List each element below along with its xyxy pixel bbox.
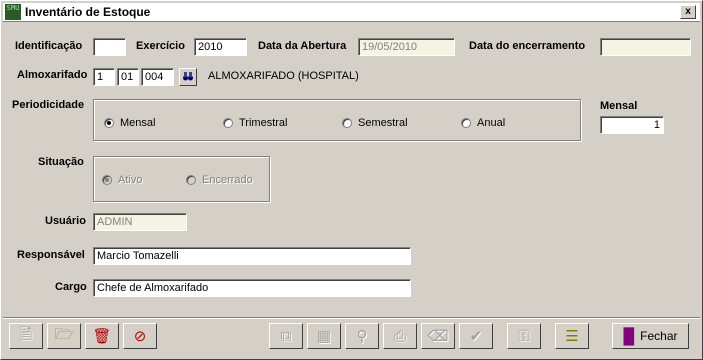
mensal-field[interactable]: 1 — [600, 116, 664, 134]
almoxarifado-name: ALMOXARIFADO (HOSPITAL) — [208, 70, 359, 82]
radio-icon — [342, 118, 352, 128]
app-icon: SMU — [5, 4, 21, 20]
almoxarifado-code2-field[interactable]: 01 — [117, 68, 139, 86]
radio-label: Mensal — [120, 117, 156, 129]
confirm-button[interactable]: ✔ — [459, 323, 493, 349]
cancel-icon: ⊘ — [133, 328, 147, 345]
situacao-encerrado-radio: Encerrado — [186, 174, 253, 186]
usuario-field: ADMIN — [93, 213, 187, 231]
lookup-button[interactable] — [179, 68, 197, 86]
copy-icon: ⧉ — [280, 327, 292, 345]
periodicidade-trimestral-radio[interactable]: Trimestral — [223, 117, 287, 129]
periodicidade-anual-radio[interactable]: Anual — [461, 117, 505, 129]
exit-door-icon: █ — [623, 327, 635, 345]
open-button[interactable]: 🗁 — [47, 323, 81, 349]
search-icon: ⚲ — [356, 328, 368, 345]
usuario-label: Usuário — [45, 215, 86, 227]
radio-label: Anual — [477, 117, 506, 129]
confirm-icon: ✔ — [469, 328, 483, 345]
radio-label: Semestral — [358, 117, 408, 129]
fechar-button[interactable]: █ Fechar — [612, 323, 689, 349]
radio-selected-icon — [102, 175, 112, 185]
calculator-icon: ▦ — [316, 328, 332, 345]
mensal-label: Mensal — [600, 100, 638, 112]
radio-icon — [186, 175, 196, 185]
responsavel-field[interactable]: Marcio Tomazelli — [93, 247, 411, 265]
eraser-icon: ⌫ — [427, 328, 449, 345]
print-button[interactable]: ⎙ — [383, 323, 417, 349]
data-encerramento-label: Data do encerramento — [469, 40, 586, 52]
new-button[interactable]: 🗎 — [9, 323, 43, 349]
exercicio-label: Exercício — [136, 40, 185, 52]
situacao-ativo-radio: Ativo — [102, 174, 142, 186]
inventory-window: SMU Inventário de Estoque x Identificaçã… — [0, 0, 703, 360]
cargo-label: Cargo — [55, 281, 87, 293]
almoxarifado-label: Almoxarifado — [17, 69, 88, 81]
cargo-field[interactable]: Chefe de Almoxarifado — [93, 279, 411, 297]
identificacao-field[interactable] — [93, 38, 126, 56]
list-button[interactable]: ☰ — [555, 323, 589, 349]
identificacao-label: Identificação — [15, 40, 83, 52]
search-button[interactable]: ⚲ — [345, 323, 379, 349]
copy-button[interactable]: ⧉ — [269, 323, 303, 349]
list-icon: ☰ — [565, 328, 579, 345]
key-icon: ⚿ — [518, 327, 530, 345]
new-document-icon: 🗎 — [19, 325, 33, 343]
exercicio-field[interactable]: 2010 — [194, 38, 247, 56]
key-button[interactable]: ⚿ — [507, 323, 541, 349]
radio-icon — [461, 118, 471, 128]
radio-label: Trimestral — [239, 117, 288, 129]
situacao-label: Situação — [38, 156, 84, 168]
periodicidade-mensal-radio[interactable]: Mensal — [104, 117, 155, 129]
delete-document-icon: 🗑 — [92, 328, 112, 345]
periodicidade-group — [93, 99, 581, 141]
window-title: Inventário de Estoque — [25, 5, 151, 19]
radio-icon — [223, 118, 233, 128]
radio-label: Ativo — [118, 174, 143, 186]
radio-selected-icon — [104, 118, 114, 128]
eraser-button[interactable]: ⌫ — [421, 323, 455, 349]
binoculars-icon — [182, 70, 194, 85]
radio-label: Encerrado — [202, 174, 253, 186]
data-encerramento-field — [600, 38, 691, 56]
calculator-button[interactable]: ▦ — [307, 323, 341, 349]
delete-button[interactable]: 🗑 — [85, 323, 119, 349]
print-icon: ⎙ — [393, 327, 406, 345]
close-icon[interactable]: x — [680, 5, 696, 19]
almoxarifado-code3-field[interactable]: 004 — [141, 68, 174, 86]
data-abertura-label: Data da Abertura — [258, 40, 347, 52]
almoxarifado-code1-field[interactable]: 1 — [93, 68, 115, 86]
title-bar[interactable]: SMU Inventário de Estoque x — [3, 3, 700, 22]
open-folder-icon: 🗁 — [54, 325, 74, 343]
responsavel-label: Responsável — [17, 249, 85, 261]
fechar-label: Fechar — [640, 329, 678, 343]
periodicidade-label: Periodicidade — [12, 99, 85, 111]
data-abertura-field: 19/05/2010 — [358, 38, 455, 56]
periodicidade-semestral-radio[interactable]: Semestral — [342, 117, 408, 129]
cancel-button[interactable]: ⊘ — [123, 323, 157, 349]
